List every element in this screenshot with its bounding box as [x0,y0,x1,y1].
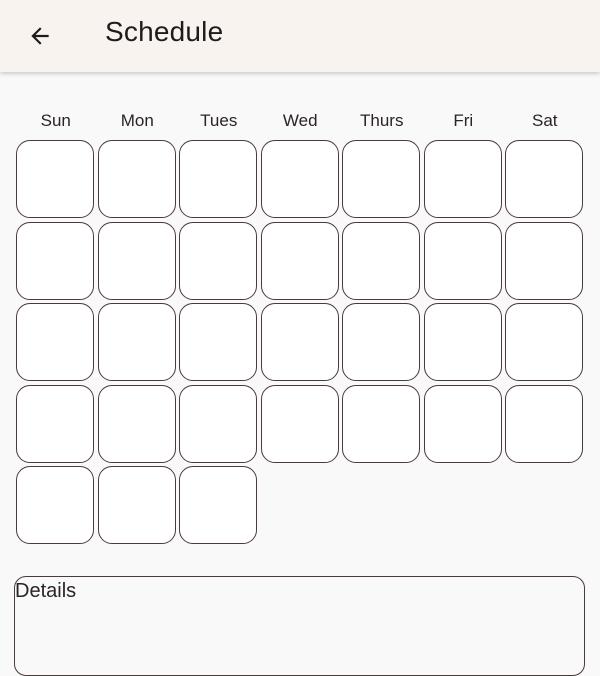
calendar-grid [16,140,586,544]
calendar-day-cell[interactable] [179,303,257,381]
calendar-day-cell[interactable] [16,140,94,218]
weekday-label-sat: Sat [531,111,558,130]
weekday-label-wed: Wed [282,111,318,130]
back-button[interactable] [16,12,64,60]
calendar-day-cell[interactable] [16,466,94,544]
app-bar: Schedule [0,0,600,72]
calendar-day-cell[interactable] [423,221,502,300]
calendar-day-cell[interactable] [505,140,583,218]
calendar-day-cell[interactable] [16,384,94,463]
weekday-label-mon: Mon [120,111,154,130]
arrow-back-icon [27,23,53,49]
calendar-day-cell[interactable] [342,140,420,218]
calendar-day-cell[interactable] [179,384,257,463]
calendar-day-cell[interactable] [97,140,176,218]
weekday-label-sun: Sun [40,111,71,130]
details-field[interactable]: Details [14,576,585,676]
calendar-day-cell[interactable] [260,303,339,381]
calendar-day-cell[interactable] [423,384,502,463]
calendar-day-cell[interactable] [16,221,94,300]
calendar-day-cell[interactable] [97,384,176,463]
details-label: Details [15,580,77,602]
weekday-label-thurs: Thurs [360,111,404,130]
calendar-day-cell[interactable] [423,140,502,218]
calendar-day-cell[interactable] [179,221,257,300]
calendar-day-cell[interactable] [342,221,420,300]
calendar-day-cell[interactable] [179,466,257,544]
calendar-day-cell[interactable] [97,303,176,381]
calendar-day-cell[interactable] [260,140,339,218]
calendar-day-cell[interactable] [342,303,420,381]
calendar-day-cell[interactable] [505,221,583,300]
calendar-day-cell[interactable] [423,303,502,381]
calendar-day-cell[interactable] [260,384,339,463]
calendar-day-cell[interactable] [505,303,583,381]
calendar-day-cell[interactable] [342,384,420,463]
calendar-day-cell[interactable] [179,140,257,218]
weekday-label-tues: Tues [200,111,238,130]
page-title: Schedule [105,16,224,47]
calendar-day-cell[interactable] [16,303,94,381]
calendar-day-cell[interactable] [97,466,176,544]
calendar-day-cell[interactable] [260,221,339,300]
weekday-header-row: Sun Mon Tues Wed Thurs Fri Sat [15,111,585,133]
calendar-day-cell[interactable] [505,384,583,463]
calendar-day-cell[interactable] [97,221,176,300]
weekday-label-fri: Fri [453,111,474,130]
